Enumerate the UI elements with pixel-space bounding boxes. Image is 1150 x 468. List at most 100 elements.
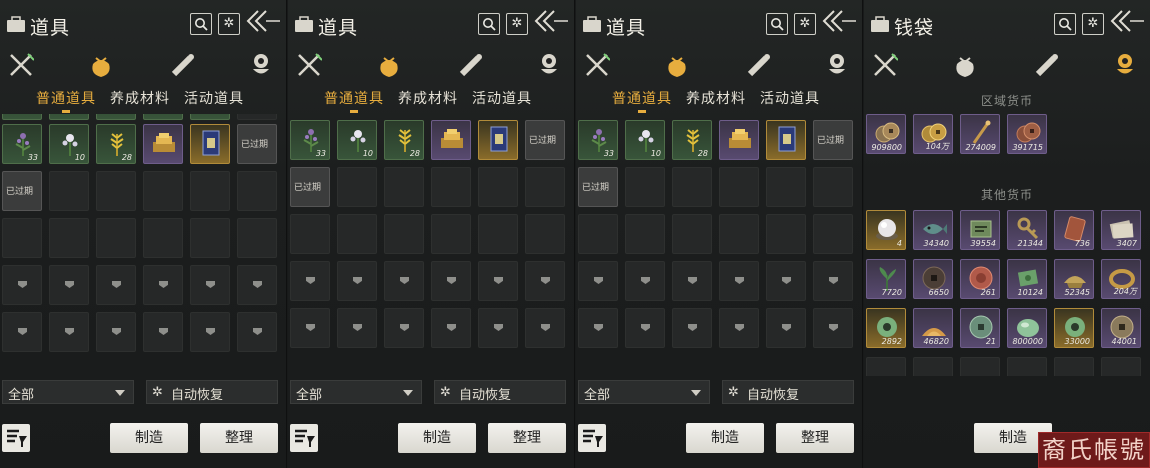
empty-slot[interactable] [237, 218, 277, 258]
empty-slot[interactable] [2, 265, 42, 305]
empty-slot[interactable] [719, 214, 759, 254]
empty-slot[interactable] [525, 214, 565, 254]
auto-restore-toggle[interactable]: ✲ 自动恢复 [722, 380, 854, 404]
filter-dropdown[interactable]: 全部 [578, 380, 710, 404]
auto-restore-toggle[interactable]: ✲ 自动恢复 [146, 380, 278, 404]
sort-button[interactable]: 整理 [200, 423, 278, 453]
empty-slot[interactable] [49, 312, 89, 352]
empty-slot[interactable] [190, 218, 230, 258]
empty-slot[interactable] [625, 308, 665, 348]
item-slot[interactable]: 33 [578, 120, 618, 160]
settings-button[interactable]: ✲ [218, 13, 240, 35]
empty-slot[interactable] [384, 214, 424, 254]
scroll-category-tab[interactable] [458, 52, 484, 80]
subtab-2[interactable]: 养成材料 [110, 88, 170, 108]
wallet-category-tab[interactable] [1112, 52, 1138, 80]
empty-slot[interactable] [431, 308, 471, 348]
empty-slot[interactable] [431, 214, 471, 254]
empty-slot[interactable] [190, 265, 230, 305]
empty-slot[interactable] [290, 214, 330, 254]
subtab-1[interactable]: 普通道具 [612, 88, 672, 113]
empty-slot[interactable] [143, 265, 183, 305]
weapons-category-tab[interactable] [8, 52, 35, 80]
empty-slot[interactable] [478, 214, 518, 254]
empty-slot[interactable] [96, 171, 136, 211]
empty-slot[interactable] [431, 261, 471, 301]
empty-slot[interactable] [813, 167, 853, 207]
currency-slot[interactable]: 7720 [866, 259, 906, 299]
empty-slot[interactable] [625, 261, 665, 301]
empty-slot[interactable] [719, 261, 759, 301]
empty-slot[interactable] [96, 312, 136, 352]
currency-slot[interactable]: 44001 [1101, 308, 1141, 348]
sort-filter-button[interactable] [2, 424, 30, 452]
empty-slot[interactable] [337, 167, 377, 207]
item-slot[interactable]: 33 [290, 120, 330, 160]
empty-slot[interactable] [578, 308, 618, 348]
empty-slot[interactable] [1101, 357, 1141, 376]
currency-slot[interactable]: 52345 [1054, 259, 1094, 299]
search-button[interactable] [1054, 13, 1076, 35]
empty-slot[interactable] [525, 261, 565, 301]
item-slot[interactable]: 10 [625, 120, 665, 160]
empty-slot[interactable] [384, 308, 424, 348]
weapons-category-tab[interactable] [584, 52, 611, 80]
empty-slot[interactable] [1007, 357, 1047, 376]
subtab-2[interactable]: 养成材料 [398, 88, 458, 108]
subtab-3[interactable]: 活动道具 [184, 88, 244, 108]
empty-slot[interactable] [719, 167, 759, 207]
sort-button[interactable]: 整理 [776, 423, 854, 453]
empty-slot[interactable] [672, 308, 712, 348]
empty-slot[interactable] [672, 167, 712, 207]
item-slot-partial[interactable] [237, 114, 277, 120]
weapons-category-tab[interactable] [872, 52, 899, 80]
currency-slot[interactable]: 21 [960, 308, 1000, 348]
empty-slot[interactable] [96, 218, 136, 258]
make-button[interactable]: 制造 [110, 423, 188, 453]
item-slot-partial[interactable] [190, 114, 230, 120]
currency-slot[interactable]: 391715 [1007, 114, 1047, 154]
weapons-category-tab[interactable] [296, 52, 323, 80]
collapse-panel-button[interactable] [532, 8, 568, 34]
item-slot-partial[interactable] [96, 114, 136, 120]
currency-slot[interactable]: 800000 [1007, 308, 1047, 348]
currency-slot[interactable]: 10124 [1007, 259, 1047, 299]
search-button[interactable] [766, 13, 788, 35]
collapse-panel-button[interactable] [244, 8, 280, 34]
settings-button[interactable]: ✲ [506, 13, 528, 35]
empty-slot[interactable] [813, 308, 853, 348]
empty-slot[interactable] [384, 261, 424, 301]
currency-slot[interactable]: 104万 [913, 114, 953, 154]
empty-slot[interactable] [672, 261, 712, 301]
item-slot[interactable]: 33 [2, 124, 42, 164]
empty-slot[interactable] [766, 261, 806, 301]
item-slot[interactable]: 28 [384, 120, 424, 160]
search-button[interactable] [190, 13, 212, 35]
make-button[interactable]: 制造 [686, 423, 764, 453]
currency-slot[interactable]: 46820 [913, 308, 953, 348]
empty-slot[interactable] [237, 312, 277, 352]
subtab-2[interactable]: 养成材料 [686, 88, 746, 108]
empty-slot[interactable] [766, 167, 806, 207]
empty-slot[interactable] [478, 167, 518, 207]
empty-slot[interactable] [337, 261, 377, 301]
empty-slot[interactable] [525, 308, 565, 348]
item-slot[interactable]: 已过期 [525, 120, 565, 160]
currency-slot[interactable]: 204万 [1101, 259, 1141, 299]
currency-slot[interactable]: 261 [960, 259, 1000, 299]
pouch-category-tab[interactable] [952, 52, 978, 80]
empty-slot[interactable] [913, 357, 953, 376]
empty-slot[interactable] [766, 214, 806, 254]
currency-slot[interactable]: 909800 [866, 114, 906, 154]
filter-dropdown[interactable]: 全部 [2, 380, 134, 404]
empty-slot[interactable] [290, 308, 330, 348]
settings-button[interactable]: ✲ [794, 13, 816, 35]
pouch-category-tab[interactable] [88, 52, 114, 80]
empty-slot[interactable] [2, 312, 42, 352]
scroll-category-tab[interactable] [1034, 52, 1060, 80]
item-slot-partial[interactable] [49, 114, 89, 120]
collapse-panel-button[interactable] [1108, 8, 1144, 34]
subtab-1[interactable]: 普通道具 [36, 88, 96, 113]
empty-slot[interactable] [190, 171, 230, 211]
wallet-category-tab[interactable] [824, 52, 850, 80]
